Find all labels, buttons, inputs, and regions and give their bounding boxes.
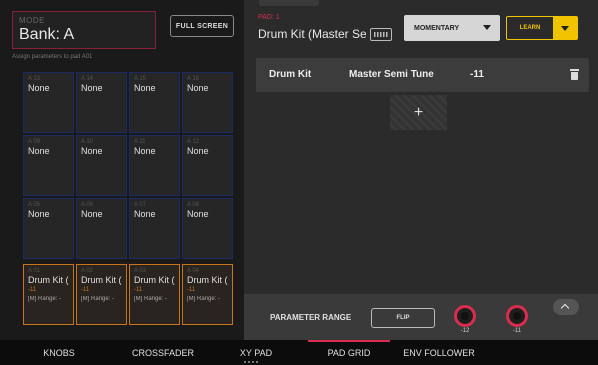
pad-number: A 05 (28, 202, 41, 208)
pad-number: A 09 (28, 139, 41, 145)
pad-assignment: None (134, 146, 156, 156)
pad-assignment: None (134, 83, 156, 93)
pad-a05[interactable]: A 05 None (23, 198, 74, 259)
pad-assignment: None (81, 209, 103, 219)
pad-a02[interactable]: A 02 Drum Kit ( -11 [M] Range: - (76, 264, 127, 325)
learn-control[interactable]: LEARN (506, 16, 578, 40)
panel-tab-handle[interactable] (259, 0, 319, 6)
pad-a07[interactable]: A 07 None (129, 198, 180, 259)
tab-crossfader[interactable]: CROSSFADER (118, 340, 208, 365)
mode-label: MODE (19, 16, 45, 25)
pad-id: PAD: 1 (258, 14, 280, 21)
mode-value: Bank: A (19, 26, 75, 43)
parameter-row[interactable]: Drum Kit Master Semi Tune -11 (256, 58, 589, 92)
pad-a06[interactable]: A 06 None (76, 198, 127, 259)
pad-a16[interactable]: A 16 None (182, 72, 233, 133)
parameter-range-bar: PARAMETER RANGE FLIP -12 -11 (244, 294, 598, 340)
tab-env-follower[interactable]: ENV FOLLOWER (398, 340, 480, 365)
pad-assign-panel: MODE Bank: A FULL SCREEN Assign paramete… (0, 0, 244, 340)
pad-range: [M] Range: - (28, 296, 62, 302)
pad-assignment: Drum Kit ( (187, 275, 228, 285)
chevron-down-icon (483, 25, 491, 30)
pad-number: A 15 (134, 76, 147, 82)
pad-value: -11 (187, 287, 196, 293)
pad-a13[interactable]: A 13 None (23, 72, 74, 133)
range-max-knob[interactable] (506, 305, 528, 327)
pad-assignment: None (28, 146, 50, 156)
range-min-knob[interactable] (454, 305, 476, 327)
page-indicator-dots (244, 361, 258, 363)
pad-a14[interactable]: A 14 None (76, 72, 127, 133)
learn-dropdown-button[interactable] (553, 17, 577, 39)
pad-a10[interactable]: A 10 None (76, 135, 127, 196)
param-target: Drum Kit (269, 69, 312, 80)
pad-number: A 02 (81, 268, 94, 274)
add-parameter-button[interactable]: + (390, 95, 447, 130)
pad-number: A 07 (134, 202, 147, 208)
pad-a08[interactable]: A 08 None (182, 198, 233, 259)
pad-detail-panel: PAD: 1 Drum Kit (Master Se MOMENTARY LEA… (244, 0, 598, 340)
param-name: Master Semi Tune (349, 69, 434, 80)
pad-assignment: None (187, 146, 209, 156)
pad-assignment: None (28, 209, 50, 219)
tab-pad-grid[interactable]: PAD GRID (308, 340, 390, 365)
pad-number: A 11 (134, 139, 146, 145)
pad-number: A 03 (134, 268, 147, 274)
keyboard-icon[interactable] (370, 28, 392, 41)
pad-assignment: None (81, 83, 103, 93)
pad-value: -11 (134, 287, 143, 293)
pad-a09[interactable]: A 09 None (23, 135, 74, 196)
pad-number: A 10 (81, 139, 94, 145)
pad-range: [M] Range: - (134, 296, 168, 302)
flip-button[interactable]: FLIP (371, 308, 435, 328)
pad-assignment: Drum Kit ( (81, 275, 122, 285)
pad-assignment: None (187, 83, 209, 93)
learn-button[interactable]: LEARN (507, 17, 553, 39)
pad-value: -11 (28, 287, 37, 293)
pad-number: A 16 (187, 76, 200, 82)
pad-a03[interactable]: A 03 Drum Kit ( -11 [M] Range: - (129, 264, 180, 325)
pad-number: A 04 (187, 268, 200, 274)
pad-range: [M] Range: - (187, 296, 221, 302)
pad-a04[interactable]: A 04 Drum Kit ( -11 [M] Range: - (182, 264, 233, 325)
bottom-nav: KNOBS CROSSFADER XY PAD PAD GRID ENV FOL… (0, 340, 598, 365)
assign-hint: Assign parameters to pad A01 (12, 54, 93, 60)
pad-number: A 06 (81, 202, 94, 208)
chevron-up-icon[interactable] (553, 299, 579, 315)
pad-a12[interactable]: A 12 None (182, 135, 233, 196)
pad-a01[interactable]: A 01 Drum Kit ( -11 [M] Range: - (23, 264, 74, 325)
pad-number: A 01 (28, 268, 41, 274)
param-value: -11 (470, 69, 484, 80)
pad-mode-dropdown[interactable]: MOMENTARY (404, 15, 500, 41)
pad-assignment: Drum Kit ( (134, 275, 175, 285)
pad-mode-value: MOMENTARY (414, 24, 460, 32)
parameter-range-label: PARAMETER RANGE (270, 313, 352, 322)
tab-knobs[interactable]: KNOBS (0, 340, 118, 365)
pad-a11[interactable]: A 11 None (129, 135, 180, 196)
pad-assignment: None (134, 209, 156, 219)
pad-number: A 12 (187, 139, 200, 145)
range-max-value: -11 (512, 328, 522, 334)
trash-icon[interactable] (570, 69, 579, 80)
range-min-value: -12 (460, 328, 470, 334)
mode-selector[interactable]: MODE Bank: A (12, 11, 156, 49)
pad-number: A 08 (187, 202, 200, 208)
pad-number: A 13 (28, 76, 41, 82)
pad-number: A 14 (81, 76, 94, 82)
pad-assignment: None (28, 83, 50, 93)
pad-assignment: None (187, 209, 209, 219)
pad-assignment: Drum Kit ( (28, 275, 69, 285)
pad-range: [M] Range: - (81, 296, 115, 302)
pad-value: -11 (81, 287, 90, 293)
pad-assignment: None (81, 146, 103, 156)
pad-a15[interactable]: A 15 None (129, 72, 180, 133)
pad-title: Drum Kit (Master Se (258, 27, 366, 41)
full-screen-button[interactable]: FULL SCREEN (170, 15, 234, 37)
